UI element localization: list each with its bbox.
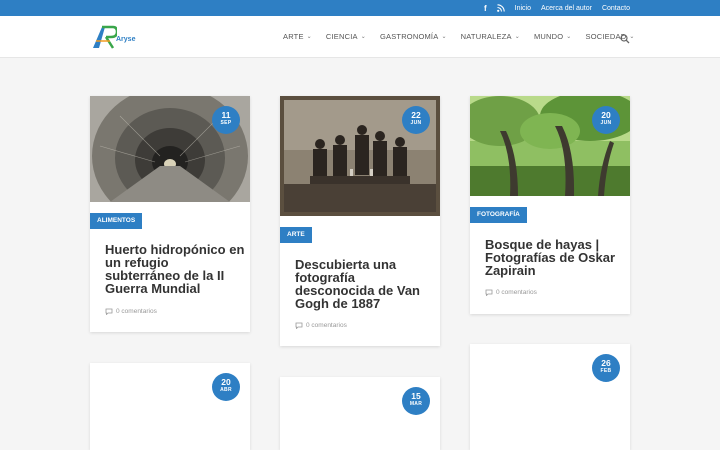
post-date-badge: 26 FEB [592,354,620,382]
post-card-4[interactable]: 20 ABR [90,363,250,450]
post-title[interactable]: Bosque de hayas | Fotografías de Oskar Z… [485,238,625,277]
post-category-badge[interactable]: ARTE [280,227,312,243]
chevron-down-icon: ⌄ [566,34,572,40]
chevron-down-icon: ⌄ [514,34,520,40]
nav-item-ciencia[interactable]: CIENCIA ⌄ [326,32,366,41]
post-comments-link[interactable]: 0 comentarios [295,322,347,329]
post-card-1[interactable]: 11 SEP ALIMENTOS Huerto hidropónico en un… [90,96,250,332]
top-link-contacto[interactable]: Contacto [602,5,630,12]
nav-item-arte[interactable]: ARTE ⌄ [283,32,312,41]
main-nav: ARTE ⌄ CIENCIA ⌄ GASTRONOMÍA ⌄ NATURALEZA ⌄ … [283,16,649,57]
post-date-badge: 20 JUN [592,106,620,134]
post-card-2[interactable]: 22 JUN ARTE Descubierta una fotografía de… [280,96,440,346]
post-category-badge[interactable]: ALIMENTOS [90,213,143,229]
top-bar: f Inicio Acerca del autor Contacto [0,0,720,16]
top-link-acerca-del-autor[interactable]: Acerca del autor [541,5,592,12]
chevron-down-icon: ⌄ [629,34,635,40]
post-comments-link[interactable]: 0 comentarios [105,308,157,315]
main-header: Aryse ARTE ⌄ CIENCIA ⌄ GASTRONOMÍA ⌄ NATURA… [0,16,720,57]
post-title[interactable]: Huerto hidropónico en un refugio subterr… [105,243,245,295]
post-date-badge: 11 SEP [212,106,240,134]
post-title[interactable]: Descubierta una fotografía desconocida d… [295,258,435,310]
brand-name: Aryse [116,36,136,43]
rss-icon[interactable] [496,0,505,17]
comment-icon [485,289,493,296]
site-logo[interactable]: Aryse [91,24,151,50]
nav-item-naturaleza[interactable]: NATURALEZA ⌄ [461,32,520,41]
comment-icon [105,308,113,315]
chevron-down-icon: ⌄ [441,34,447,40]
top-link-inicio[interactable]: Inicio [515,5,531,12]
post-category-badge[interactable]: FOTOGRAFÍA [470,207,527,223]
search-icon[interactable] [620,31,630,44]
post-card-3[interactable]: 20 JUN FOTOGRAFÍA Bosque de hayas | Fotog… [470,96,630,314]
post-card-6[interactable]: 26 FEB [470,344,630,450]
chevron-down-icon: ⌄ [306,34,312,40]
nav-item-gastronomia[interactable]: GASTRONOMÍA ⌄ [380,32,447,41]
comment-icon [295,322,303,329]
facebook-icon[interactable]: f [484,4,487,13]
nav-item-mundo[interactable]: MUNDO ⌄ [534,32,572,41]
post-date-badge: 15 MAR [402,387,430,415]
chevron-down-icon: ⌄ [360,34,366,40]
post-card-5[interactable]: 15 MAR [280,377,440,450]
post-comments-link[interactable]: 0 comentarios [485,289,537,296]
post-date-badge: 20 ABR [212,373,240,401]
post-date-badge: 22 JUN [402,106,430,134]
